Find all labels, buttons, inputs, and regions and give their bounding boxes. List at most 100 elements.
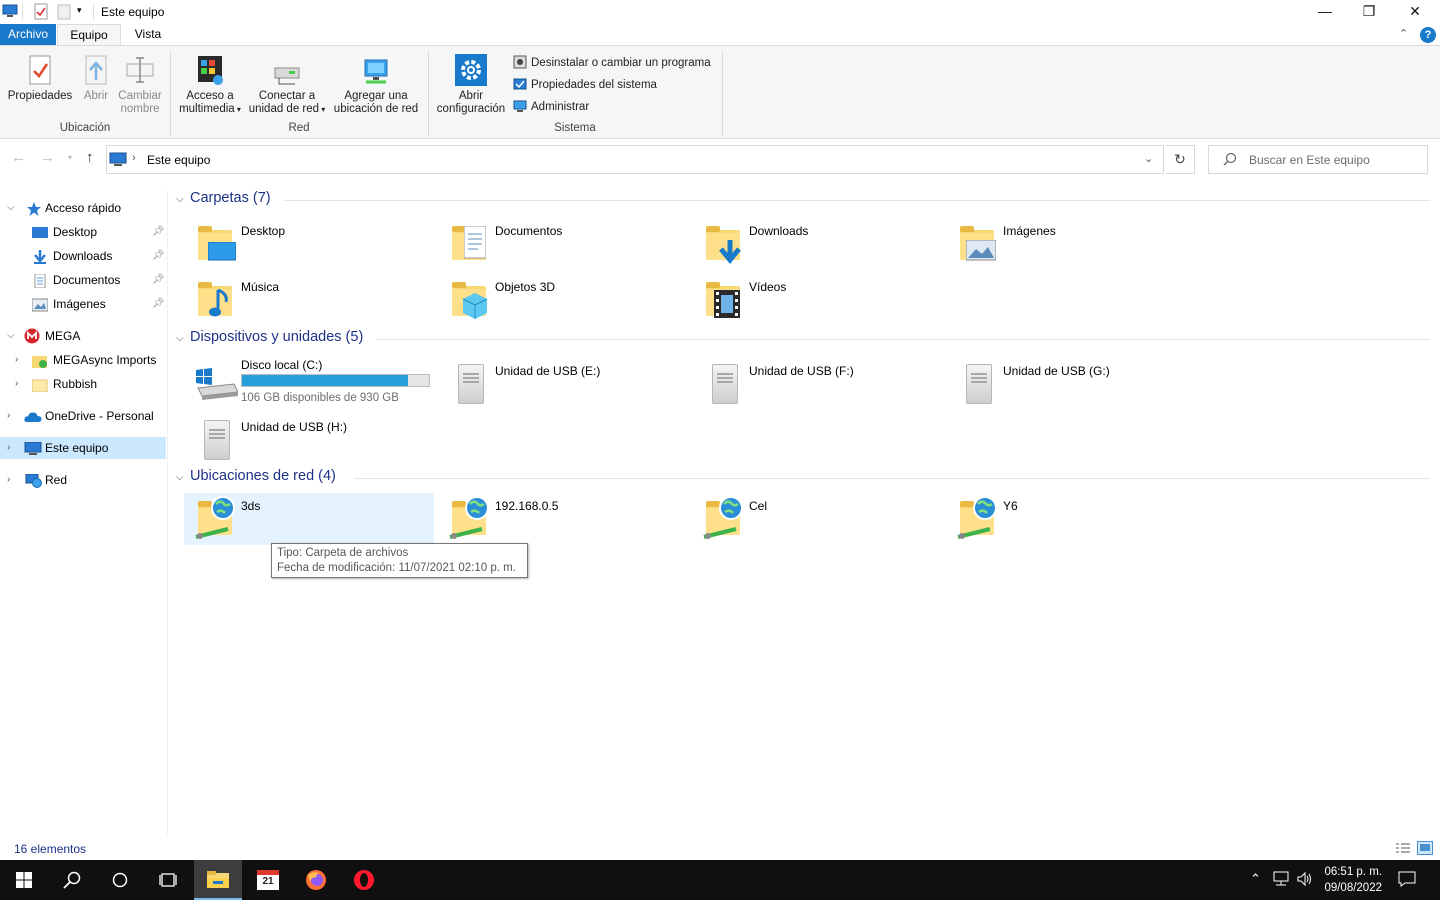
sidebar-item-imagenes[interactable]: Imágenes 📌︎ xyxy=(0,293,166,315)
propiedades-button[interactable]: Propiedades xyxy=(6,54,74,103)
customize-qat-chevron-icon[interactable]: ▾ xyxy=(77,5,82,16)
settings-gear-icon xyxy=(455,54,487,86)
expanded-chevron-icon[interactable]: ⌵ xyxy=(176,194,190,205)
network-tray-icon[interactable] xyxy=(1272,871,1290,890)
start-button[interactable] xyxy=(0,860,48,900)
desinstalar-programa-button[interactable]: Desinstalar o cambiar un programa xyxy=(513,54,711,72)
network-tile-y6[interactable]: Y6 xyxy=(946,493,1196,545)
collapsed-chevron-icon[interactable]: › xyxy=(7,469,17,491)
action-center-icon[interactable] xyxy=(1398,871,1416,890)
collapse-ribbon-chevron-icon[interactable]: ⌃ xyxy=(1399,27,1408,40)
pin-icon[interactable]: 📌︎ xyxy=(152,269,165,291)
refresh-button[interactable]: ↻ xyxy=(1166,145,1195,174)
task-view-button[interactable] xyxy=(144,860,192,900)
sidebar-item-megasync-imports[interactable]: › MEGAsync Imports xyxy=(0,349,166,371)
nombre-label: nombre xyxy=(120,103,160,115)
add-network-location-icon xyxy=(360,54,392,86)
sidebar-item-acceso-rapido[interactable]: ⌵ Acceso rápido xyxy=(0,197,166,219)
restore-button[interactable]: ❐ xyxy=(1346,0,1392,24)
collapsed-chevron-icon[interactable]: › xyxy=(15,349,25,371)
pin-icon[interactable]: 📌︎ xyxy=(152,293,165,315)
search-box[interactable]: Buscar en Este equipo xyxy=(1208,145,1428,174)
network-tile-192-168-0-5[interactable]: 192.168.0.5 xyxy=(438,493,688,545)
folder-tile-videos[interactable]: Vídeos xyxy=(692,274,942,326)
expanded-chevron-icon[interactable]: ⌵ xyxy=(7,325,17,347)
administrar-button[interactable]: Administrar xyxy=(513,98,589,116)
section-header-carpetas[interactable]: ⌵ Carpetas (7) xyxy=(176,190,1430,210)
properties-quick-icon[interactable] xyxy=(33,3,49,21)
network-tile-3ds[interactable]: 3ds xyxy=(184,493,434,545)
show-hidden-icons-chevron-icon[interactable]: ⌃ xyxy=(1250,871,1261,887)
sidebar-item-documentos[interactable]: Documentos 📌︎ xyxy=(0,269,166,291)
rename-icon xyxy=(124,54,156,86)
group-separator xyxy=(428,50,429,136)
drive-tile-e[interactable]: Unidad de USB (E:) xyxy=(438,356,688,412)
address-bar[interactable]: › Este equipo ⌄ xyxy=(106,145,1164,174)
sidebar-item-desktop[interactable]: Desktop 📌︎ xyxy=(0,221,166,243)
tab-archivo[interactable]: Archivo xyxy=(0,24,56,46)
forward-arrow-icon[interactable]: → xyxy=(40,149,55,166)
expanded-chevron-icon[interactable]: ⌵ xyxy=(176,472,190,483)
sidebar-item-red[interactable]: › Red xyxy=(0,469,166,491)
computer-icon[interactable] xyxy=(2,3,18,21)
sidebar-item-onedrive[interactable]: › OneDrive - Personal xyxy=(0,405,166,427)
breadcrumb-este-equipo[interactable]: Este equipo xyxy=(147,153,210,167)
abrir-button[interactable]: Abrir xyxy=(78,54,114,103)
address-history-chevron-icon[interactable]: ⌄ xyxy=(1144,152,1153,165)
recent-locations-chevron-icon[interactable]: ▾ xyxy=(68,153,72,162)
breadcrumb-chevron-icon[interactable]: › xyxy=(132,152,136,164)
search-taskbar-button[interactable] xyxy=(48,860,96,900)
details-view-icon[interactable] xyxy=(1395,842,1411,857)
back-arrow-icon[interactable]: ← xyxy=(11,149,26,166)
cortana-button[interactable] xyxy=(96,860,144,900)
calendar-app-button[interactable]: 21 xyxy=(244,860,292,900)
expanded-chevron-icon[interactable]: ⌵ xyxy=(176,333,190,344)
conectar-unidad-red-button[interactable]: Conectar a unidad de red ▾ xyxy=(246,54,328,116)
pin-icon[interactable]: 📌︎ xyxy=(152,221,165,243)
collapsed-chevron-icon[interactable]: › xyxy=(7,437,17,459)
folder-tile-documentos[interactable]: Documentos xyxy=(438,218,688,270)
abrir-configuracion-button[interactable]: Abrir configuración xyxy=(432,54,510,116)
file-explorer-taskbar-button[interactable] xyxy=(194,860,242,900)
sidebar-item-este-equipo[interactable]: › Este equipo xyxy=(0,437,166,459)
network-location-name: Cel xyxy=(749,499,768,513)
firefox-button[interactable] xyxy=(292,860,340,900)
network-folder-icon xyxy=(702,496,744,541)
folder-tile-desktop[interactable]: Desktop xyxy=(184,218,434,270)
large-icons-view-icon[interactable] xyxy=(1417,841,1433,858)
sidebar-item-rubbish[interactable]: › Rubbish xyxy=(0,373,166,395)
system-clock[interactable]: 06:51 p. m. 09/08/2022 xyxy=(1324,864,1382,896)
folder-tile-downloads[interactable]: Downloads xyxy=(692,218,942,270)
section-header-ubicaciones-red[interactable]: ⌵ Ubicaciones de red (4) xyxy=(176,468,1430,488)
cambiar-nombre-button[interactable]: Cambiar nombre xyxy=(114,54,166,116)
folder-tile-musica[interactable]: Música xyxy=(184,274,434,326)
drive-tile-h[interactable]: Unidad de USB (H:) xyxy=(184,412,434,468)
folder-tile-objetos-3d[interactable]: Objetos 3D xyxy=(438,274,688,326)
conectar-label: Conectar a xyxy=(258,90,316,102)
tab-equipo[interactable]: Equipo xyxy=(57,24,121,46)
sidebar-item-mega[interactable]: ⌵ MEGA xyxy=(0,325,166,347)
network-tile-cel[interactable]: Cel xyxy=(692,493,942,545)
volume-icon[interactable] xyxy=(1296,871,1314,890)
pin-icon[interactable]: 📌︎ xyxy=(152,245,165,267)
opera-button[interactable] xyxy=(340,860,388,900)
close-button[interactable]: ✕ xyxy=(1392,0,1438,24)
drive-tile-f[interactable]: Unidad de USB (F:) xyxy=(692,356,942,412)
help-icon[interactable]: ? xyxy=(1420,27,1436,43)
agregar-ubicacion-red-button[interactable]: Agregar una ubicación de red xyxy=(330,54,422,116)
drive-tile-g[interactable]: Unidad de USB (G:) xyxy=(946,356,1196,412)
section-header-dispositivos[interactable]: ⌵ Dispositivos y unidades (5) xyxy=(176,329,1430,349)
propiedades-sistema-button[interactable]: Propiedades del sistema xyxy=(513,76,657,94)
folder-tile-imagenes[interactable]: Imágenes xyxy=(946,218,1196,270)
up-arrow-icon[interactable]: ↑ xyxy=(86,149,94,166)
agregar-label: Agregar una xyxy=(344,90,408,102)
collapsed-chevron-icon[interactable]: › xyxy=(7,405,17,427)
new-folder-quick-icon[interactable] xyxy=(56,3,72,21)
tab-vista[interactable]: Vista xyxy=(123,24,173,46)
expanded-chevron-icon[interactable]: ⌵ xyxy=(7,197,17,219)
collapsed-chevron-icon[interactable]: › xyxy=(15,373,25,395)
sidebar-item-downloads[interactable]: Downloads 📌︎ xyxy=(0,245,166,267)
minimize-button[interactable]: — xyxy=(1302,0,1348,24)
drive-tile-c[interactable]: Disco local (C:) 106 GB disponibles de 9… xyxy=(184,356,434,412)
acceso-multimedia-button[interactable]: Acceso a multimedia ▾ xyxy=(176,54,244,116)
